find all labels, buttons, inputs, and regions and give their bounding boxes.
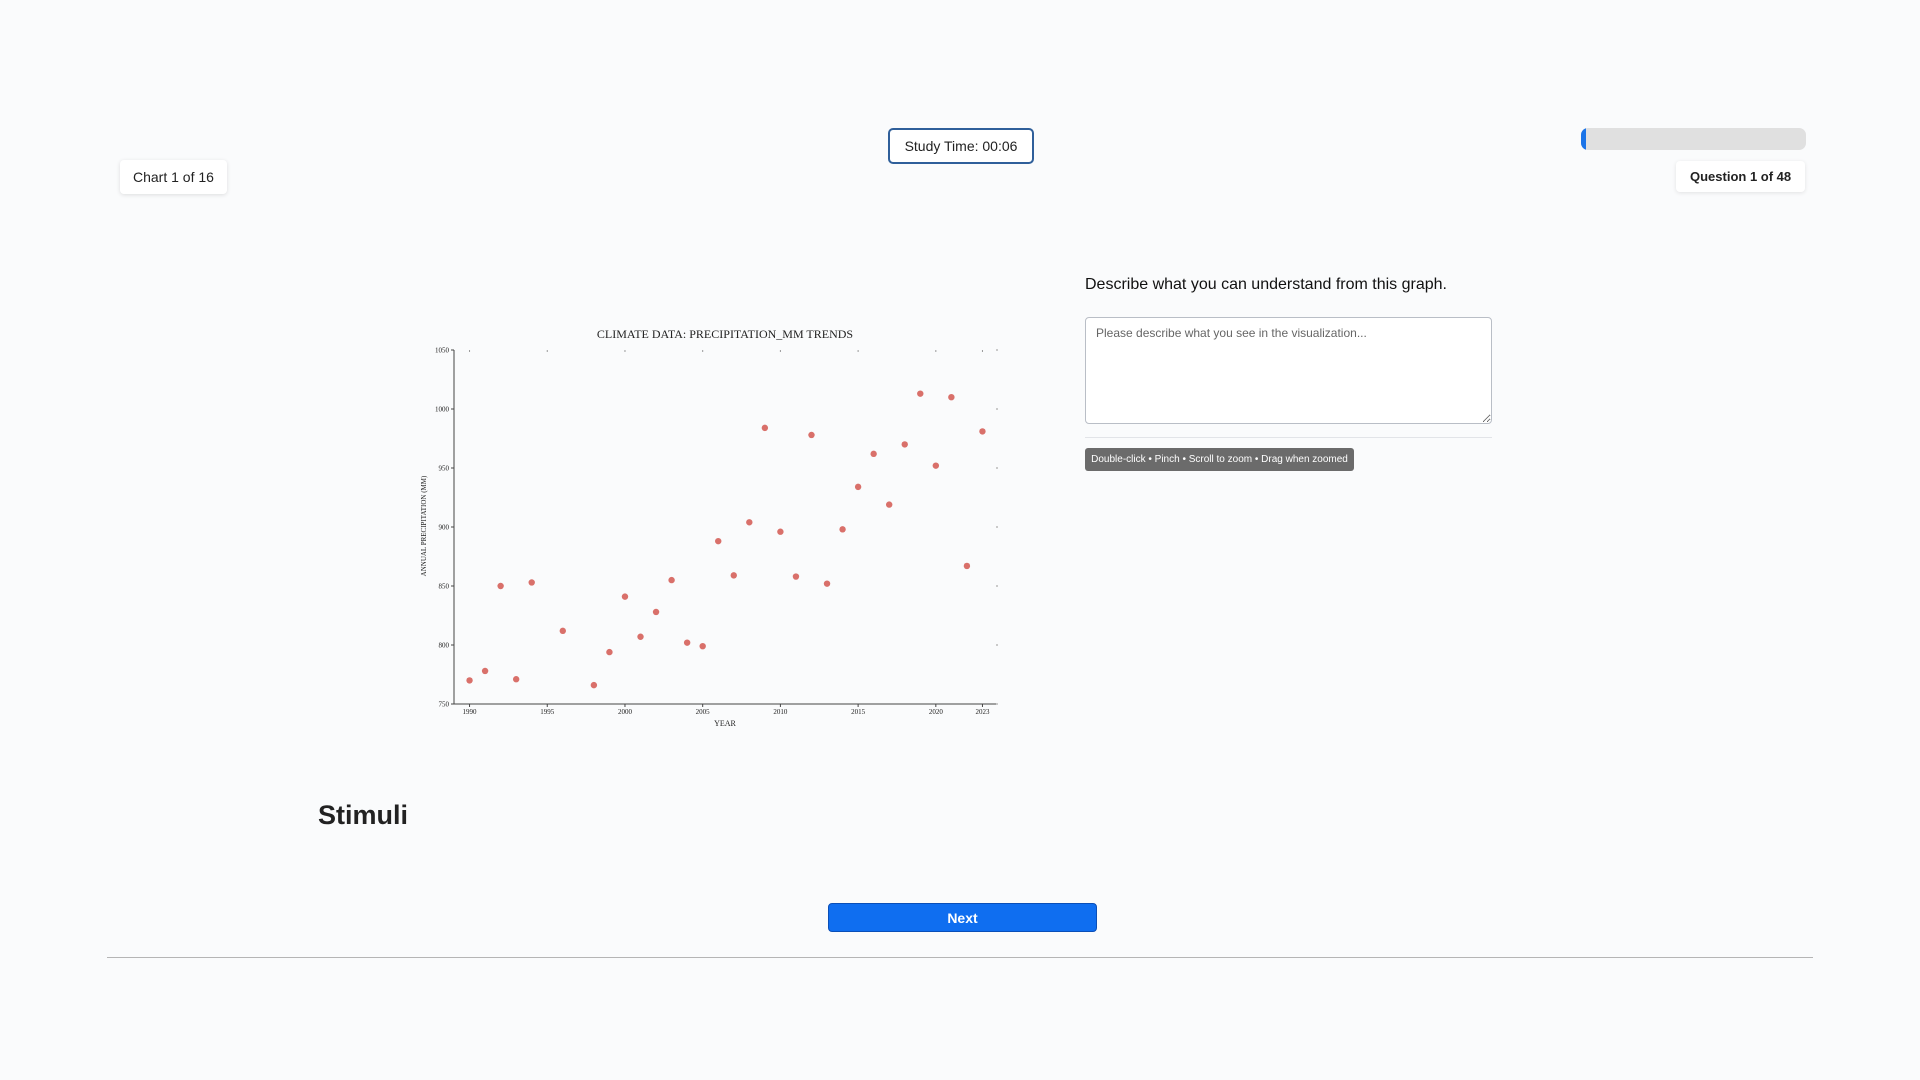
x-tick-label: 2023 [975,708,990,716]
data-point [870,450,877,458]
data-point [746,519,753,526]
data-point [528,579,535,586]
data-point [792,573,800,580]
y-tick-label: 1050 [435,347,450,355]
chart-counter: Chart 1 of 16 [120,160,227,194]
data-point [854,483,862,491]
scatter-chart[interactable]: CLIMATE DATA: PRECIPITATION_MM TRENDS YE… [414,318,1014,732]
y-axis-label: ANNUAL PRECIPITATION (MM) [420,475,428,576]
y-tick-label: 800 [439,642,450,650]
x-tick-label: 2020 [929,708,944,716]
x-tick-label: 1995 [540,708,555,716]
data-point [512,676,520,683]
data-point [668,576,675,584]
data-point [979,428,986,435]
y-tick-label: 850 [439,583,450,591]
data-point [481,667,489,675]
y-tick-label: 950 [439,465,450,473]
data-point [621,593,629,600]
x-tick-label: 1990 [463,708,478,716]
zoom-hint: Double-click • Pinch • Scroll to zoom • … [1085,448,1354,471]
data-point [963,562,971,570]
data-point [932,462,940,469]
chart-title: CLIMATE DATA: PRECIPITATION_MM TRENDS [597,327,853,341]
data-point [730,572,737,579]
data-point [715,537,722,545]
data-point [948,394,955,401]
data-point [777,528,784,535]
next-button[interactable]: Next [828,903,1097,932]
data-point [917,390,924,397]
y-tick-label: 900 [439,524,450,532]
question-prompt: Describe what you can understand from th… [1085,276,1447,293]
study-page: Chart 1 of 16 Study Time: 00:06 Question… [0,0,1920,1080]
data-point [823,580,831,587]
y-tick-label: 1000 [435,406,450,414]
data-point [652,608,660,616]
data-point [466,677,473,684]
x-tick-label: 2010 [773,708,788,716]
x-axis-label: YEAR [714,719,736,728]
footer-divider [107,957,1813,958]
data-point [637,633,644,640]
progress-bar [1581,128,1806,150]
data-point [699,642,706,650]
data-point [808,431,815,439]
data-point [901,441,908,448]
y-tick-label: 750 [439,701,450,709]
data-point [761,424,769,432]
data-point [497,582,504,590]
data-point [606,648,613,656]
description-textarea[interactable] [1085,317,1492,424]
data-point [590,681,598,689]
axes: 1990 1995 2000 2005 2010 2015 2020 2023 750 800 85… [435,347,998,716]
data-point [683,639,691,646]
question-counter: Question 1 of 48 [1676,161,1806,192]
study-timer: Study Time: 00:06 [888,128,1034,164]
data-point [559,627,566,635]
divider [1085,437,1492,438]
section-title: Stimuli [318,800,409,830]
progress-fill [1581,128,1586,150]
data-points [466,390,986,689]
data-point [886,501,893,508]
chart-panel[interactable]: CLIMATE DATA: PRECIPITATION_MM TRENDS YE… [414,318,1014,732]
x-tick-label: 2000 [618,708,633,716]
x-tick-label: 2005 [696,708,711,716]
data-point [839,526,846,533]
x-tick-label: 2015 [851,708,866,716]
